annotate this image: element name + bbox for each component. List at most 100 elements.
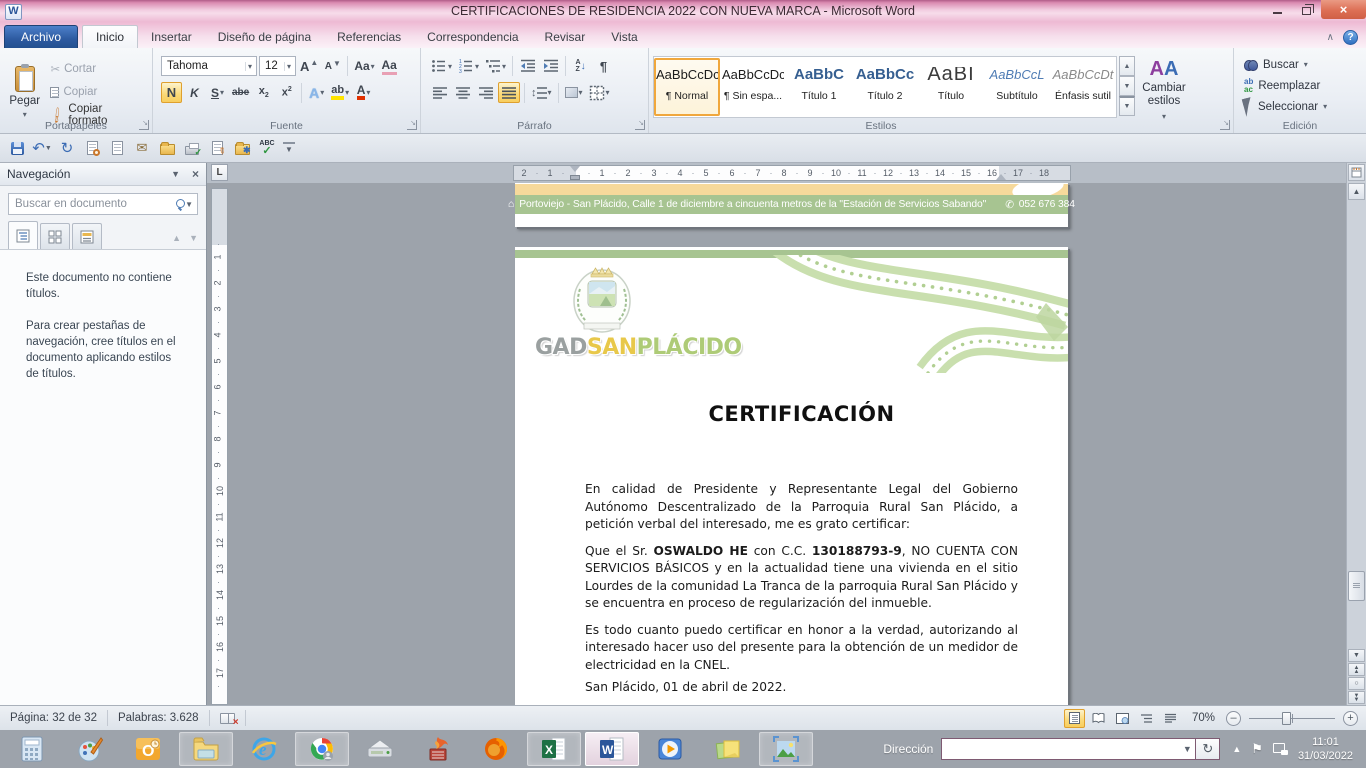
shading-button[interactable]: ▾ xyxy=(563,82,585,103)
zoom-level[interactable]: 70% xyxy=(1184,712,1223,724)
replace-button[interactable]: abac Reemplazar xyxy=(1240,75,1362,96)
navigation-close-icon[interactable]: × xyxy=(192,167,199,181)
show-hidden-icons[interactable]: ▲ xyxy=(1232,744,1241,754)
redo-button[interactable]: ↻ xyxy=(58,139,76,157)
change-styles-button[interactable]: AA Cambiar estilos ▾ xyxy=(1135,52,1193,128)
navigation-menu-icon[interactable]: ▼ xyxy=(171,169,180,179)
copy-button[interactable]: Copiar xyxy=(47,81,146,103)
ruler-toggle-button[interactable] xyxy=(1348,164,1365,181)
folder-options-button[interactable]: ✱ xyxy=(233,139,251,157)
bullets-button[interactable]: ▾ xyxy=(429,56,454,77)
clear-formatting-button[interactable]: Aa xyxy=(379,56,400,77)
previous-heading-icon[interactable]: ▲ xyxy=(172,233,181,243)
dialog-launcher-icon[interactable]: ↘ xyxy=(407,120,417,130)
edit-document-button[interactable]: ✎ xyxy=(208,139,226,157)
search-options-icon[interactable]: ▼ xyxy=(185,200,193,209)
draft-view-button[interactable] xyxy=(1160,709,1181,728)
address-input[interactable] xyxy=(942,742,1179,756)
taskbar-internet-explorer[interactable]: e xyxy=(237,732,291,766)
taskbar-photo-viewer[interactable] xyxy=(759,732,813,766)
collapse-ribbon-icon[interactable]: ∧ xyxy=(1327,33,1334,43)
mail-button[interactable]: ✉ xyxy=(133,139,151,157)
vertical-scrollbar[interactable]: ▲ ▼ ▲▲ ○ ▼▼ xyxy=(1346,163,1366,705)
gallery-scroll-down[interactable]: ▼ xyxy=(1119,76,1135,96)
taskbar-firefox[interactable] xyxy=(469,732,523,766)
browse-object-button[interactable]: ○ xyxy=(1348,677,1365,690)
taskbar-excel[interactable]: X xyxy=(527,732,581,766)
undo-button[interactable]: ↶▼ xyxy=(33,139,51,157)
borders-button[interactable]: ▾ xyxy=(587,82,612,103)
dialog-launcher-icon[interactable]: ↘ xyxy=(1220,120,1230,130)
address-go-button[interactable]: ↻ xyxy=(1196,738,1220,760)
taskbar-word[interactable]: W xyxy=(585,732,639,766)
tab-diseno-de-pagina[interactable]: Diseño de página xyxy=(205,25,324,48)
cut-button[interactable]: ✂ Cortar xyxy=(47,58,146,80)
close-button[interactable]: × xyxy=(1321,0,1366,19)
proofing-status-button[interactable] xyxy=(210,706,245,730)
align-center-button[interactable] xyxy=(452,82,473,103)
taskbar-clock[interactable]: 11:01 31/03/2022 xyxy=(1298,735,1353,763)
increase-indent-button[interactable] xyxy=(540,56,561,77)
zoom-in-button[interactable]: + xyxy=(1343,711,1358,726)
select-button[interactable]: Seleccionar ▾ xyxy=(1240,96,1362,117)
next-page-button[interactable]: ▼▼ xyxy=(1348,691,1365,704)
font-family-combo[interactable]: Tahoma ▾ xyxy=(161,56,257,76)
sort-button[interactable]: AZ ↓ xyxy=(570,56,591,77)
tab-correspondencia[interactable]: Correspondencia xyxy=(414,25,531,48)
address-bar[interactable]: ▼ xyxy=(941,738,1196,760)
tab-insertar[interactable]: Insertar xyxy=(138,25,205,48)
italic-button[interactable]: K xyxy=(184,82,205,103)
document-page-previous[interactable]: ⌂ Portoviejo - San Plácido, Calle 1 de d… xyxy=(515,183,1068,227)
numbering-button[interactable]: 123 ▾ xyxy=(456,56,481,77)
search-input[interactable] xyxy=(9,198,175,210)
decrease-indent-button[interactable] xyxy=(517,56,538,77)
document-page[interactable]: GADSANPLÁCIDO CERTIFICACIÓN En calidad d… xyxy=(515,247,1068,705)
scroll-down-button[interactable]: ▼ xyxy=(1348,649,1365,662)
find-button[interactable]: Buscar ▾ xyxy=(1240,54,1362,75)
scroll-up-button[interactable]: ▲ xyxy=(1348,183,1365,200)
qat-more-button[interactable]: ▼ xyxy=(283,142,295,154)
style-titulo-1[interactable]: AaBbC Título 1 xyxy=(786,58,852,116)
print-layout-view-button[interactable] xyxy=(1064,709,1085,728)
style-titulo[interactable]: AaBI Título xyxy=(918,58,984,116)
help-icon[interactable]: ? xyxy=(1343,30,1358,45)
nav-tab-pages[interactable] xyxy=(40,223,70,249)
vertical-ruler[interactable]: 1234567891011121314151617···············… xyxy=(211,188,228,705)
scrollbar-thumb[interactable] xyxy=(1348,571,1365,601)
taskbar-chrome[interactable] xyxy=(295,732,349,766)
search-icon[interactable] xyxy=(175,198,182,210)
style-normal[interactable]: AaBbCcDc ¶ Normal xyxy=(654,58,720,116)
tab-revisar[interactable]: Revisar xyxy=(532,25,599,48)
change-case-button[interactable]: Aa▾ xyxy=(352,56,376,77)
zoom-slider-thumb[interactable] xyxy=(1282,712,1291,725)
restore-button[interactable] xyxy=(1292,0,1321,19)
address-dropdown-icon[interactable]: ▼ xyxy=(1179,744,1195,754)
tab-archivo[interactable]: Archivo xyxy=(4,25,78,48)
web-layout-view-button[interactable] xyxy=(1112,709,1133,728)
superscript-button[interactable]: x2 xyxy=(276,82,297,103)
first-line-indent-marker[interactable] xyxy=(570,166,580,172)
taskbar-paint[interactable] xyxy=(63,732,117,766)
minimize-button[interactable] xyxy=(1263,0,1292,19)
style-enfasis-sutil[interactable]: AaBbCcDt Énfasis sutil xyxy=(1050,58,1116,116)
dialog-launcher-icon[interactable]: ↘ xyxy=(635,120,645,130)
quick-print-button[interactable]: ✓ xyxy=(183,139,201,157)
left-indent-marker[interactable] xyxy=(570,175,580,180)
nav-tab-results[interactable] xyxy=(72,223,102,249)
grow-font-button[interactable]: A▲ xyxy=(298,56,320,77)
show-marks-button[interactable]: ¶ xyxy=(593,56,614,77)
taskbar-outlook[interactable]: O xyxy=(121,732,175,766)
save-button[interactable] xyxy=(8,139,26,157)
taskbar-scanner[interactable] xyxy=(353,732,407,766)
paste-button[interactable]: Pegar ▾ xyxy=(6,54,43,130)
strikethrough-button[interactable]: abe xyxy=(230,82,251,103)
network-icon[interactable] xyxy=(1273,743,1288,755)
tab-stop-selector[interactable]: L xyxy=(211,164,228,181)
document-body[interactable]: En calidad de Presidente y Representante… xyxy=(585,481,1018,683)
font-color-button[interactable]: A▾ xyxy=(353,82,374,103)
scrollbar-track[interactable] xyxy=(1348,201,1365,649)
text-effects-button[interactable]: A▾ xyxy=(306,82,327,103)
shrink-font-button[interactable]: A▼ xyxy=(322,56,343,77)
justify-button[interactable] xyxy=(498,82,520,103)
spelling-button[interactable]: ABC✓ xyxy=(258,139,276,157)
